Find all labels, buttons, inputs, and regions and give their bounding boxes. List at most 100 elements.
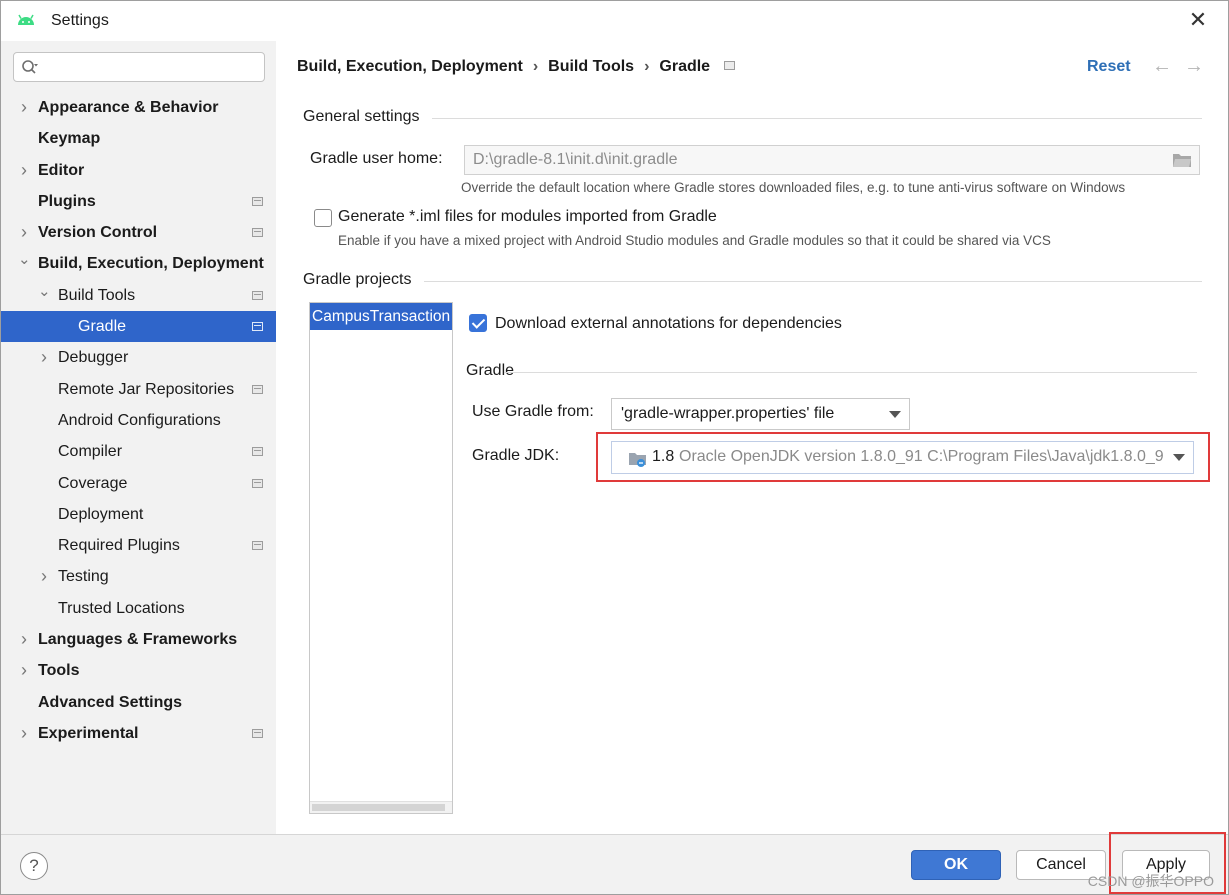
sidebar-item-deployment[interactable]: Deployment bbox=[1, 499, 276, 530]
sidebar-item-gradle[interactable]: Gradle bbox=[1, 311, 276, 343]
sidebar-item-label: Build Tools bbox=[58, 286, 136, 304]
generate-iml-hint: Enable if you have a mixed project with … bbox=[338, 233, 1051, 248]
sidebar-item-label: Plugins bbox=[38, 192, 96, 210]
sidebar-item-coverage[interactable]: Coverage bbox=[1, 468, 276, 499]
sidebar-item-label: Trusted Locations bbox=[58, 599, 185, 617]
sidebar-item-keymap[interactable]: Keymap bbox=[1, 123, 276, 154]
sidebar-item-label: Compiler bbox=[58, 443, 123, 461]
breadcrumb-item: Gradle bbox=[659, 58, 711, 75]
chevron-right-icon[interactable]: › bbox=[38, 561, 50, 592]
sidebar-item-label: Build, Execution, Deployment bbox=[38, 255, 264, 273]
sidebar-item-label: Keymap bbox=[38, 130, 101, 148]
general-settings-title: General settings bbox=[303, 108, 420, 125]
section-divider bbox=[424, 281, 1202, 282]
sidebar-item-label: Gradle bbox=[78, 318, 127, 336]
sidebar-item-label: Experimental bbox=[38, 724, 139, 742]
sidebar-item-label: Advanced Settings bbox=[38, 693, 183, 711]
forward-arrow-icon[interactable]: → bbox=[1184, 55, 1204, 78]
chevron-right-icon[interactable]: › bbox=[18, 92, 30, 123]
sidebar-item-advanced-settings[interactable]: Advanced Settings bbox=[1, 687, 276, 718]
scrollbar-thumb[interactable] bbox=[312, 804, 445, 811]
sidebar-item-label: Deployment bbox=[58, 505, 144, 523]
watermark: CSDN @振华OPPO bbox=[1087, 873, 1214, 889]
gradle-user-home-hint: Override the default location where Grad… bbox=[461, 180, 1126, 195]
settings-window: Settings ✕ › Appearance & Behavior Keymap ›… bbox=[0, 0, 1229, 895]
project-scope-icon bbox=[252, 228, 263, 238]
sidebar-item-remote-jar-repositories[interactable]: Remote Jar Repositories bbox=[1, 374, 276, 405]
sidebar-item-languages-frameworks[interactable]: › Languages & Frameworks bbox=[1, 624, 276, 655]
use-gradle-from-label: Use Gradle from: bbox=[472, 403, 594, 420]
sidebar-item-debugger[interactable]: › Debugger bbox=[1, 342, 276, 373]
sidebar-item-label: Testing bbox=[58, 568, 109, 586]
gradle-user-home-field[interactable]: D:\gradle-8.1\init.d\init.gradle bbox=[464, 145, 1200, 175]
chevron-down-icon bbox=[889, 411, 901, 418]
gradle-projects-title: Gradle projects bbox=[303, 271, 412, 288]
project-list-item[interactable]: CampusTransaction bbox=[310, 303, 452, 330]
gradle-user-home-value: D:\gradle-8.1\init.d\init.gradle bbox=[473, 151, 678, 168]
generate-iml-checkbox[interactable] bbox=[314, 209, 332, 227]
android-icon bbox=[18, 14, 34, 25]
chevron-right-icon[interactable]: › bbox=[18, 155, 30, 186]
breadcrumb-separator: › bbox=[532, 58, 539, 75]
generate-iml-label[interactable]: Generate *.iml files for modules importe… bbox=[338, 208, 717, 226]
sidebar-item-label: Appearance & Behavior bbox=[38, 99, 219, 116]
chevron-down-icon[interactable]: ⌄ bbox=[18, 244, 31, 275]
project-scope-icon bbox=[252, 384, 263, 394]
sidebar-item-label: Required Plugins bbox=[58, 537, 180, 555]
gradle-jdk-label: Gradle JDK: bbox=[472, 447, 560, 464]
ok-button[interactable]: OK bbox=[911, 850, 1001, 880]
sidebar-item-editor[interactable]: › Editor bbox=[1, 155, 276, 186]
sidebar-item-required-plugins[interactable]: Required Plugins bbox=[1, 530, 276, 561]
project-scope-icon bbox=[252, 196, 263, 206]
sidebar-item-plugins[interactable]: Plugins bbox=[1, 186, 276, 217]
search-input[interactable] bbox=[13, 52, 265, 82]
sidebar-item-experimental[interactable]: › Experimental bbox=[1, 718, 276, 749]
sidebar-item-version-control[interactable]: › Version Control bbox=[1, 217, 276, 248]
sidebar-item-label: Android Configurations bbox=[58, 411, 221, 429]
gradle-projects-list: CampusTransaction bbox=[309, 302, 453, 814]
chevron-right-icon[interactable]: › bbox=[18, 655, 30, 686]
settings-sidebar: › Appearance & Behavior Keymap › Editor Plugi… bbox=[1, 41, 276, 834]
annotation-highlight-box bbox=[596, 432, 1210, 482]
sidebar-item-label: Debugger bbox=[58, 349, 129, 367]
sidebar-item-testing[interactable]: › Testing bbox=[1, 561, 276, 592]
download-annotations-label[interactable]: Download external annotations for depend… bbox=[495, 315, 842, 333]
sidebar-item-label: Version Control bbox=[38, 224, 158, 242]
back-arrow-icon[interactable]: ← bbox=[1152, 55, 1172, 78]
sidebar-item-compiler[interactable]: Compiler bbox=[1, 436, 276, 467]
search-icon bbox=[22, 60, 38, 74]
folder-icon[interactable] bbox=[1172, 152, 1192, 168]
close-icon[interactable]: ✕ bbox=[1186, 9, 1210, 33]
sidebar-item-label: Editor bbox=[38, 161, 85, 179]
chevron-down-icon[interactable]: ⌄ bbox=[38, 276, 51, 307]
breadcrumb: Build, Execution, Deployment › Build Tools… bbox=[297, 58, 736, 76]
project-scope-icon bbox=[252, 728, 263, 738]
help-button[interactable]: ? bbox=[20, 852, 48, 880]
download-annotations-checkbox[interactable] bbox=[469, 314, 487, 332]
gradle-user-home-label: Gradle user home: bbox=[310, 150, 443, 167]
project-scope-icon bbox=[724, 61, 736, 70]
breadcrumb-item: Build Tools bbox=[548, 58, 635, 75]
sidebar-item-label: Coverage bbox=[58, 474, 128, 492]
sidebar-item-android-configurations[interactable]: Android Configurations bbox=[1, 405, 276, 436]
project-scope-icon bbox=[252, 541, 263, 551]
sidebar-item-appearance-behavior[interactable]: › Appearance & Behavior bbox=[1, 92, 276, 123]
chevron-right-icon[interactable]: › bbox=[38, 342, 50, 373]
project-scope-icon bbox=[252, 290, 263, 300]
sidebar-item-label: Languages & Frameworks bbox=[38, 631, 238, 649]
sidebar-item-build-tools[interactable]: ⌄ Build Tools bbox=[1, 280, 276, 311]
chevron-right-icon[interactable]: › bbox=[18, 624, 30, 655]
section-divider bbox=[432, 118, 1202, 119]
sidebar-item-tools[interactable]: › Tools bbox=[1, 655, 276, 686]
breadcrumb-item: Build, Execution, Deployment bbox=[297, 58, 523, 75]
sidebar-item-label: Remote Jar Repositories bbox=[58, 380, 235, 398]
project-scope-icon bbox=[252, 322, 263, 332]
use-gradle-from-dropdown[interactable]: 'gradle-wrapper.properties' file bbox=[611, 398, 910, 430]
reset-link[interactable]: Reset bbox=[1087, 58, 1131, 76]
settings-tree: › Appearance & Behavior Keymap › Editor Plugi… bbox=[1, 92, 276, 749]
dialog-footer: ? OK Cancel Apply CSDN @振华OPPO bbox=[1, 832, 1228, 894]
horizontal-scrollbar[interactable] bbox=[310, 801, 452, 813]
gradle-settings-panel: Build, Execution, Deployment › Build Tools… bbox=[276, 41, 1228, 834]
sidebar-item-trusted-locations[interactable]: Trusted Locations bbox=[1, 593, 276, 624]
chevron-right-icon[interactable]: › bbox=[18, 718, 30, 749]
